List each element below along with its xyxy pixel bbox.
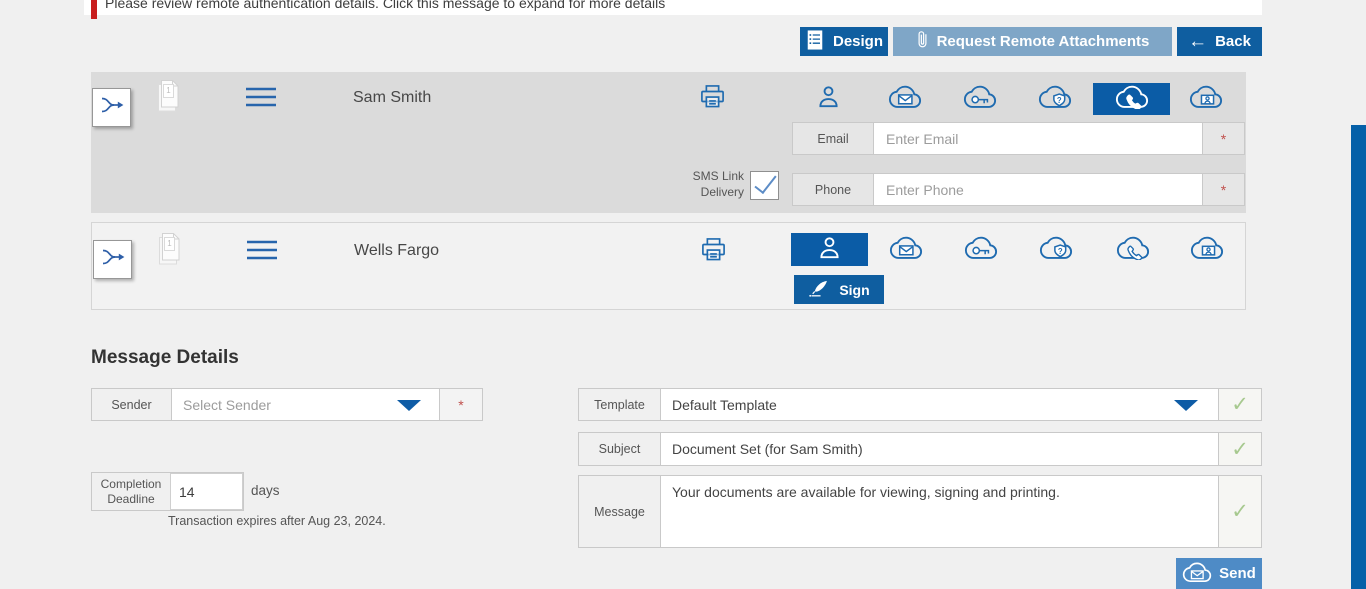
document-pages-icon: [156, 255, 182, 272]
email-label: Email: [793, 123, 874, 154]
completion-deadline-input[interactable]: [170, 473, 243, 510]
auth-challenge-question-icon[interactable]: ?: [1016, 83, 1093, 115]
alert-message: Please review remote authentication deta…: [105, 0, 665, 11]
chevron-down-icon[interactable]: [1174, 400, 1198, 411]
svg-text:?: ?: [1057, 246, 1062, 255]
request-remote-attachments-label: Request Remote Attachments: [937, 33, 1150, 50]
auth-sms-phone-icon[interactable]: [1094, 233, 1171, 266]
subject-value[interactable]: Document Set (for Sam Smith): [661, 433, 1218, 465]
recipient-name: Wells Fargo: [354, 242, 439, 260]
expiry-note: Transaction expires after Aug 23, 2024.: [168, 514, 386, 528]
template-dropdown[interactable]: Template Default Template ✓: [578, 388, 1262, 421]
sender-required-marker: *: [439, 389, 482, 420]
chevron-down-icon[interactable]: [397, 400, 421, 411]
deadline-unit-label: days: [251, 483, 280, 498]
recipient-row-sam-smith: 1 Sam Smith ? Email * SMS Link Delivery …: [91, 72, 1246, 213]
send-cloud-envelope-icon: [1182, 561, 1212, 587]
merge-recipient-button[interactable]: [93, 240, 132, 279]
back-button-label: Back: [1215, 33, 1251, 50]
request-remote-attachments-button[interactable]: Request Remote Attachments: [893, 27, 1172, 56]
document-count: 1: [164, 237, 175, 251]
recipient-row-wells-fargo: 1 Wells Fargo ? Sign: [91, 222, 1246, 310]
auth-email-delivery-icon[interactable]: [867, 233, 944, 266]
template-label: Template: [579, 389, 661, 420]
subject-label: Subject: [579, 433, 661, 465]
auth-id-verification-icon[interactable]: [1167, 83, 1244, 115]
send-button[interactable]: Send: [1176, 558, 1262, 589]
sms-link-delivery-label: SMS Link Delivery: [684, 169, 744, 200]
esign-transaction-page: Please review remote authentication deta…: [0, 0, 1366, 589]
drag-handle-icon[interactable]: [247, 240, 277, 265]
document-count: 1: [163, 84, 174, 98]
design-doc-icon: [805, 29, 825, 55]
auth-in-person-icon-selected[interactable]: [791, 233, 868, 266]
print-icon[interactable]: [698, 82, 727, 116]
sign-button[interactable]: Sign: [794, 275, 884, 304]
auth-sms-phone-icon-selected[interactable]: [1093, 83, 1170, 115]
quill-icon: [808, 278, 832, 301]
message-value[interactable]: Your documents are available for viewing…: [661, 476, 1218, 547]
phone-field-row: Phone *: [792, 173, 1245, 206]
phone-input[interactable]: [874, 174, 1202, 205]
print-icon[interactable]: [699, 235, 728, 269]
auth-access-code-icon[interactable]: [941, 83, 1018, 115]
back-button[interactable]: ← Back: [1177, 27, 1262, 56]
design-button-label: Design: [833, 33, 883, 50]
back-arrow-icon: ←: [1188, 32, 1207, 51]
auth-challenge-question-icon[interactable]: ?: [1017, 233, 1094, 266]
template-value: Default Template: [672, 397, 777, 413]
sms-delivery-checkbox[interactable]: [750, 171, 779, 200]
auth-email-delivery-icon[interactable]: [866, 83, 943, 115]
subject-field: Subject Document Set (for Sam Smith) ✓: [578, 432, 1262, 466]
design-button[interactable]: Design: [800, 27, 888, 56]
sign-button-label: Sign: [839, 282, 869, 298]
message-label: Message: [579, 476, 661, 547]
auth-in-person-icon[interactable]: [790, 83, 867, 115]
sender-label: Sender: [92, 389, 172, 420]
document-pages-icon: [155, 102, 181, 119]
merge-arrow-icon: [99, 93, 125, 122]
message-valid-check: ✓: [1218, 476, 1261, 547]
subject-valid-check: ✓: [1218, 433, 1261, 465]
alert-red-accent: [91, 0, 97, 19]
recipient-name: Sam Smith: [353, 89, 431, 107]
phone-label: Phone: [793, 174, 874, 205]
auth-id-verification-icon[interactable]: [1168, 233, 1245, 266]
send-button-label: Send: [1219, 565, 1256, 582]
scrollbar[interactable]: [1351, 125, 1366, 589]
sender-placeholder: Select Sender: [183, 397, 271, 413]
merge-arrow-icon: [100, 245, 126, 274]
message-field: Message Your documents are available for…: [578, 475, 1262, 548]
sender-dropdown[interactable]: Sender Select Sender *: [91, 388, 483, 421]
message-details-title: Message Details: [91, 347, 239, 369]
email-input[interactable]: [874, 123, 1202, 154]
completion-deadline-group: Completion Deadline: [91, 472, 244, 511]
merge-recipient-button[interactable]: [92, 88, 131, 127]
svg-text:?: ?: [1056, 96, 1061, 105]
document-count-icon: 1: [155, 79, 181, 115]
template-valid-check: ✓: [1218, 389, 1261, 420]
paperclip-icon: [916, 29, 929, 54]
drag-handle-icon[interactable]: [246, 87, 276, 112]
remote-auth-alert[interactable]: Please review remote authentication deta…: [84, 0, 1262, 15]
document-count-icon: 1: [156, 232, 182, 268]
email-field-row: Email *: [792, 122, 1245, 155]
phone-required-marker: *: [1202, 174, 1244, 205]
completion-deadline-label: Completion Deadline: [92, 473, 170, 510]
auth-access-code-icon[interactable]: [942, 233, 1019, 266]
email-required-marker: *: [1202, 123, 1244, 154]
